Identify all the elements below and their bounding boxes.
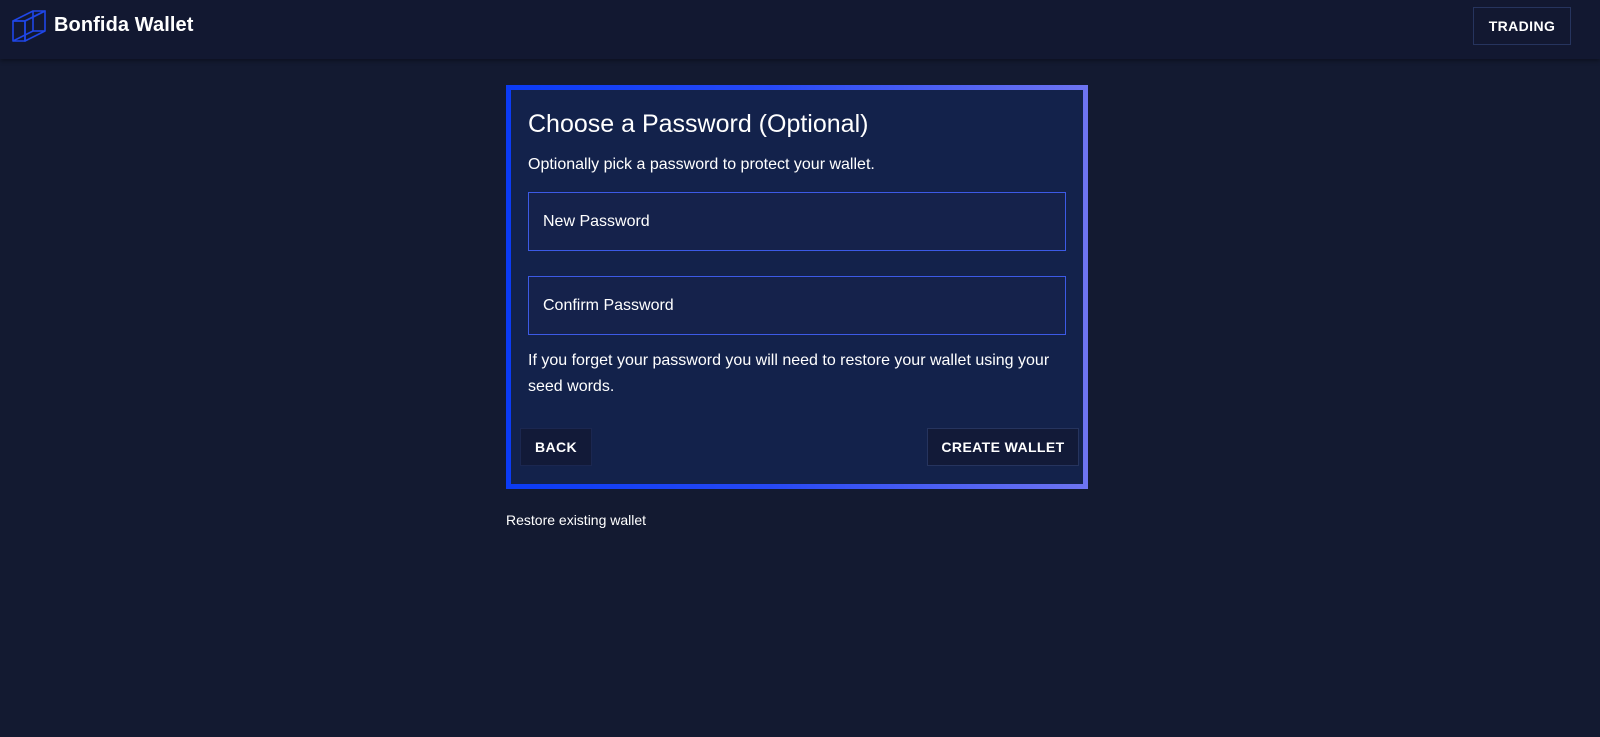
card-title: Choose a Password (Optional) [528, 110, 869, 138]
trading-button[interactable]: TRADING [1473, 7, 1571, 45]
create-wallet-button[interactable]: CREATE WALLET [927, 428, 1079, 466]
restore-wallet-link[interactable]: Restore existing wallet [506, 512, 646, 528]
back-button[interactable]: BACK [520, 428, 592, 466]
confirm-password-input[interactable] [529, 277, 1065, 334]
card-subtitle: Optionally pick a password to protect yo… [528, 156, 875, 173]
app-header: Bonfida Wallet TRADING [0, 0, 1600, 59]
password-card-body: Choose a Password (Optional) Optionally … [511, 90, 1083, 484]
cube-icon [12, 10, 46, 42]
new-password-field [528, 192, 1066, 251]
password-card: Choose a Password (Optional) Optionally … [506, 85, 1088, 489]
confirm-password-field [528, 276, 1066, 335]
brand-title: Bonfida Wallet [54, 14, 194, 36]
password-warning: If you forget your password you will nee… [528, 352, 1050, 395]
new-password-input[interactable] [529, 193, 1065, 250]
